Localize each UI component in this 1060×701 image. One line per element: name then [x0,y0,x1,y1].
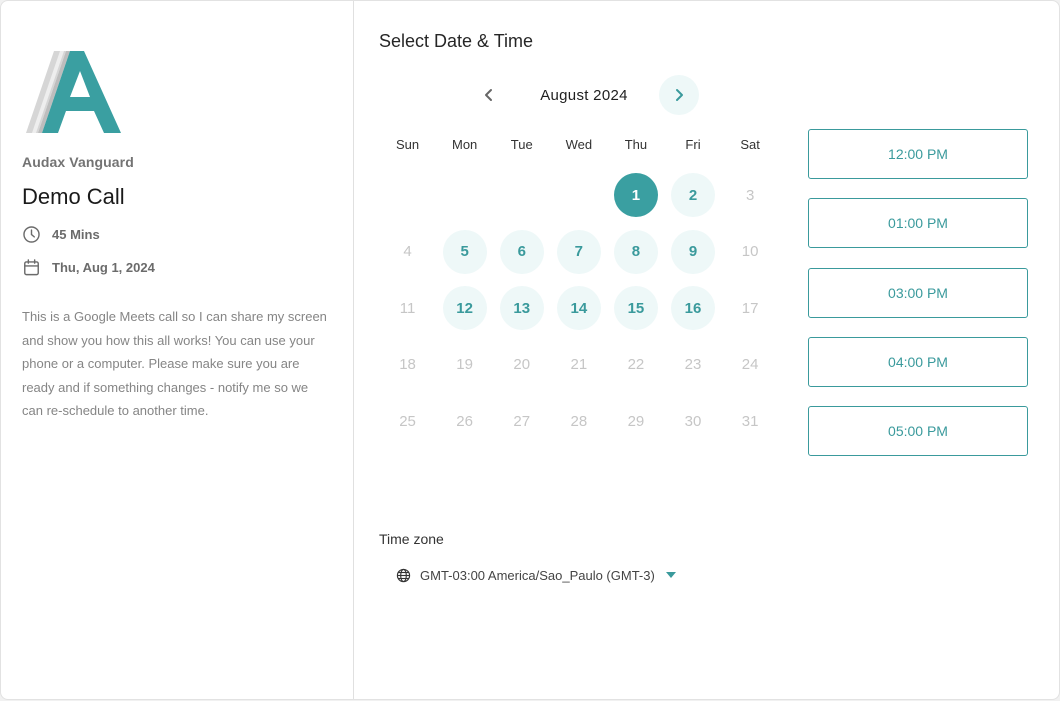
section-title: Select Date & Time [379,31,534,51]
calendar-day-selected[interactable]: 1 [613,173,658,218]
time-slot-button[interactable]: 01:00 PM [808,198,1028,249]
timezone-label: Time zone [379,531,444,547]
timezone-select[interactable]: GMT-03:00 America/Sao_Paulo (GMT-3) [396,564,726,586]
calendar-week-row: 25 26 27 28 29 30 31 [379,393,779,450]
calendar-day: 20 [513,356,531,374]
weekday-label: Thu [624,137,648,152]
calendar-day[interactable]: 8 [613,229,658,274]
chevron-right-icon [676,89,683,101]
calendar-day[interactable]: 14 [556,286,601,331]
event-details-panel: Audax Vanguard Demo Call 45 Mins Thu, Au… [1,1,354,699]
booking-card: Audax Vanguard Demo Call 45 Mins Thu, Au… [0,0,1060,700]
calendar-day[interactable]: 7 [556,229,601,274]
calendar-grid: Sun Mon Tue Wed Thu Fri Sat 1 2 3 4 5 6 7 8 9 10 1… [379,131,779,450]
audax-a-logo-icon [26,51,121,133]
calendar-day: 22 [627,356,645,374]
calendar-day: 30 [684,412,702,430]
previous-month-button[interactable] [469,75,509,115]
calendar-day[interactable]: 5 [442,229,487,274]
month-label: August 2024 [540,86,628,104]
event-date: Thu, Aug 1, 2024 [22,258,155,277]
calendar-day: 17 [741,299,759,317]
calendar-week-row: 18 19 20 21 22 23 24 [379,337,779,394]
event-title: Demo Call [22,184,125,209]
scheduler-panel: Select Date & Time August 2024 Sun Mon T… [354,1,1059,699]
next-month-button[interactable] [659,75,699,115]
clock-icon [23,226,40,243]
calendar-day: 18 [399,356,416,374]
month-navigation: August 2024 [469,75,699,115]
calendar-day: 27 [513,412,531,430]
calendar-day: 11 [399,299,416,317]
weekday-label: Fri [685,137,701,152]
calendar-day: 26 [456,412,473,430]
calendar-day: 25 [399,412,416,430]
globe-icon [396,568,411,582]
chevron-left-icon [485,89,492,101]
time-slot-button[interactable]: 03:00 PM [808,267,1028,318]
calendar-icon [24,259,39,276]
calendar-week-row: 11 12 13 14 15 16 17 [379,280,779,337]
calendar-week-row: 4 5 6 7 8 9 10 [379,224,779,281]
time-slot-list: 12:00 PM 01:00 PM 03:00 PM 04:00 PM 05:0… [808,129,1028,475]
calendar-day: 10 [741,243,759,261]
event-duration: 45 Mins [22,225,100,244]
caret-down-icon [666,572,676,578]
calendar-day: 29 [627,412,645,430]
weekday-header: Sun Mon Tue Wed Thu Fri Sat [379,131,779,159]
time-slot-button[interactable]: 12:00 PM [808,129,1028,179]
calendar-day[interactable]: 13 [499,286,544,331]
calendar-day: 4 [403,243,412,261]
calendar-day[interactable]: 6 [499,229,544,274]
event-description: This is a Google Meets call so I can sha… [22,309,327,418]
time-slot-button[interactable]: 05:00 PM [808,406,1028,457]
calendar-day: 24 [741,356,759,374]
calendar-day: 3 [745,186,755,204]
calendar-day: 19 [456,356,473,374]
timezone-value: GMT-03:00 America/Sao_Paulo (GMT-3) [420,567,655,583]
calendar-day[interactable]: 9 [671,229,716,274]
date-text: Thu, Aug 1, 2024 [52,260,155,275]
calendar-day[interactable]: 12 [442,286,487,331]
weekday-label: Sun [395,137,420,152]
calendar-day: 23 [684,356,702,374]
calendar-week-row: 12 3 [379,167,779,224]
duration-text: 45 Mins [52,227,100,242]
calendar-weeks: 1 2 3 4 5 6 7 8 9 10 11 12 13 14 15 16 17 18 19 20 21 22 23 24 2… [379,167,779,450]
weekday-label: Tue [510,137,533,152]
calendar-day[interactable]: 15 [613,286,658,331]
weekday-label: Mon [451,137,478,152]
organization-name: Audax Vanguard [22,154,134,170]
calendar-day[interactable]: 2 [671,173,716,218]
calendar-day[interactable]: 16 [671,286,716,331]
calendar-day: 31 [741,412,759,430]
weekday-label: Sat [740,137,760,152]
calendar-day: 21 [570,356,588,374]
time-slot-button[interactable]: 04:00 PM [808,336,1028,387]
calendar-day: 28 [570,412,588,430]
weekday-label: Wed [565,137,593,152]
